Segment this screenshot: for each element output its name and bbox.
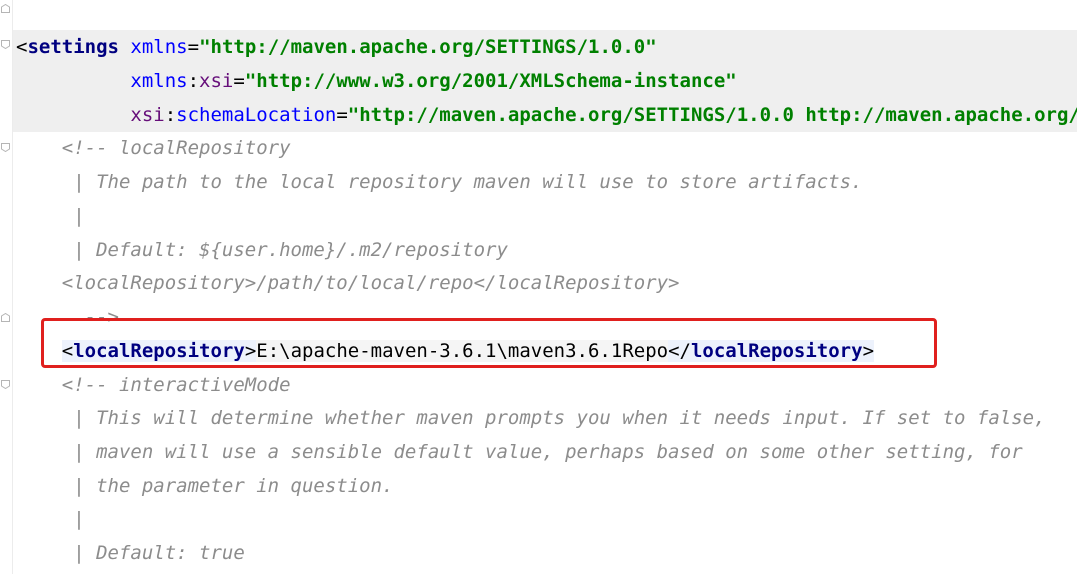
tag-bracket: </ — [668, 340, 691, 362]
code-line[interactable]: <localRepository>/path/to/local/repo</lo… — [16, 266, 1077, 300]
editor-gutter — [0, 0, 13, 574]
code-line[interactable]: --> — [16, 300, 1077, 334]
code-line-settings-open[interactable]: <settings xmlns="http://maven.apache.org… — [13, 30, 1077, 64]
fold-start-icon[interactable] — [1, 380, 10, 389]
tag-bracket: > — [244, 340, 257, 362]
equals-sign: = — [187, 36, 200, 58]
comment-text: <localRepository>/path/to/local/repo</lo… — [61, 272, 680, 294]
tag-name: localRepository — [73, 340, 245, 362]
code-line-schema-location[interactable]: xsi:schemaLocation="http://maven.apache.… — [13, 98, 1077, 132]
code-line[interactable]: | the parameter in question. — [16, 469, 1077, 503]
code-line[interactable]: | Default: ${user.home}/.m2/repository — [16, 233, 1077, 267]
code-line[interactable]: |--> — [16, 0, 1077, 31]
equals-sign: = — [233, 70, 245, 92]
tag-name: localRepository — [690, 340, 863, 362]
local-repository-path: E:\apache-maven-3.6.1\maven3.6.1Repo — [256, 340, 669, 362]
code-line[interactable]: | maven will use a sensible default valu… — [16, 435, 1077, 469]
code-editor[interactable]: |--> <settings xmlns="http://maven.apach… — [0, 0, 1077, 574]
code-line[interactable]: | — [16, 502, 1077, 536]
comment-text: <!-- interactiveMode — [61, 374, 291, 396]
attribute-value: "http://maven.apache.org/SETTINGS/1.0.0 … — [347, 104, 1077, 126]
equals-sign: = — [336, 104, 348, 126]
attribute-name: xsi — [199, 70, 234, 92]
comment-text: | maven will use a sensible default valu… — [61, 441, 1023, 463]
attribute-value: "http://www.w3.org/2001/XMLSchema-instan… — [244, 70, 737, 92]
attribute-value: "http://maven.apache.org/SETTINGS/1.0.0" — [199, 36, 657, 58]
fold-start-icon[interactable] — [1, 40, 10, 49]
fold-end-icon[interactable] — [1, 4, 10, 13]
comment-text: | the parameter in question. — [61, 475, 394, 497]
comment-text: | — [61, 508, 85, 530]
tag-bracket: < — [16, 36, 28, 58]
comment-text: <!-- localRepository — [61, 137, 291, 159]
fold-start-icon[interactable] — [1, 143, 10, 152]
code-line-local-repository[interactable]: <localRepository>E:\apache-maven-3.6.1\m… — [16, 334, 1077, 368]
comment-text: | The path to the local repository maven… — [61, 171, 863, 193]
tag-name: settings — [27, 36, 119, 58]
attribute-name: schemaLocation — [176, 104, 337, 126]
code-line[interactable]: | Default: true — [16, 536, 1077, 570]
namespace-colon: : — [187, 70, 200, 92]
fold-end-icon[interactable] — [1, 313, 10, 322]
code-line-xmlns-xsi[interactable]: xmlns:xsi="http://www.w3.org/2001/XMLSch… — [13, 64, 1077, 98]
tag-bracket: > — [862, 340, 875, 362]
comment-text: | This will determine whether maven prom… — [61, 407, 1046, 429]
comment-text: | — [61, 205, 85, 227]
code-line[interactable]: <!-- localRepository — [16, 131, 1077, 165]
namespace-prefix: xsi — [130, 104, 165, 126]
code-line[interactable]: | — [16, 199, 1077, 233]
code-line[interactable]: | This will determine whether maven prom… — [16, 401, 1077, 435]
code-line[interactable]: <!-- interactiveMode — [16, 368, 1077, 402]
tag-bracket: < — [61, 340, 74, 362]
namespace-prefix: xmlns — [130, 70, 188, 92]
comment-text: --> — [61, 306, 119, 328]
namespace-colon: : — [164, 104, 177, 126]
code-line[interactable]: | The path to the local repository maven… — [16, 165, 1077, 199]
comment-text: | Default: true — [61, 542, 245, 564]
attribute-name: xmlns — [130, 36, 188, 58]
comment-text: | Default: ${user.home}/.m2/repository — [61, 239, 508, 261]
